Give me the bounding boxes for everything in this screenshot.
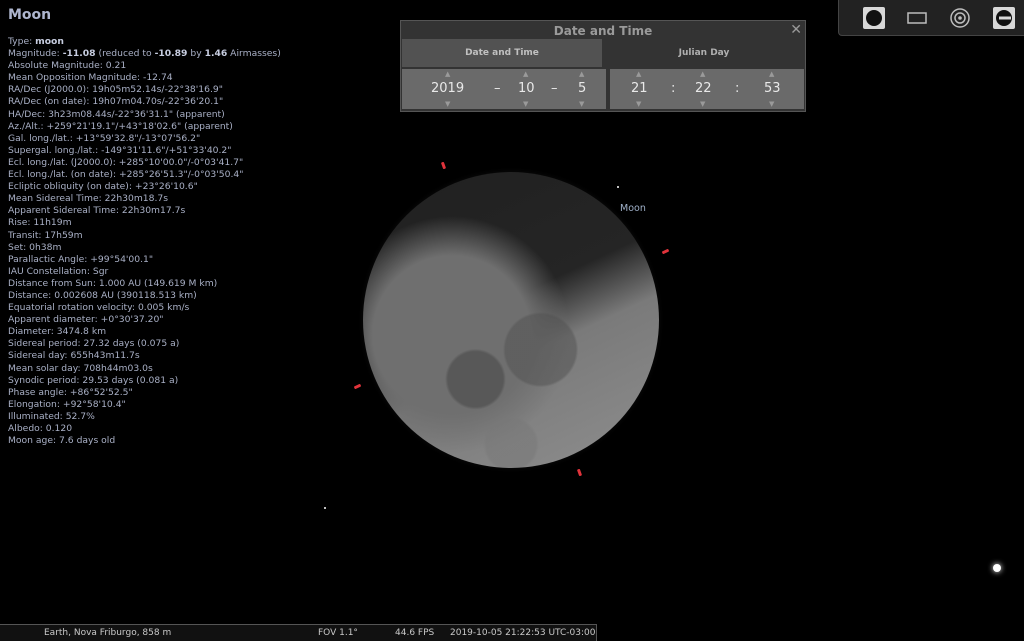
month-spinbox[interactable]: 10 [518,81,535,96]
second-down-arrow-icon[interactable]: ▼ [769,100,774,108]
info-line: Moon age: 7.6 days old [8,435,116,447]
second-up-arrow-icon[interactable]: ▲ [769,70,774,78]
day-down-arrow-icon[interactable]: ▼ [579,100,584,108]
tab-julian-day[interactable]: Julian Day [604,39,804,67]
month-up-arrow-icon[interactable]: ▲ [523,70,528,78]
info-line: HA/Dec: 3h23m08.44s/-22°36'31.1" (appare… [8,108,225,120]
close-icon[interactable]: ✕ [790,22,802,38]
info-line: Albedo: 0.120 [8,423,73,434]
info-line: Ecliptic obliquity (on date): +23°26'10.… [8,181,198,193]
info-line: Parallactic Angle: +99°54'00.1" [8,253,154,265]
second-spinbox[interactable]: 53 [764,81,781,96]
info-line: Az./Alt.: +259°21'19.1"/+43°18'02.6" (ap… [8,120,233,132]
info-line: Sidereal period: 27.32 days (0.075 a) [8,338,180,350]
day-up-arrow-icon[interactable]: ▲ [579,70,584,78]
info-line: Illuminated: 52.7% [8,410,95,422]
info-line: RA/Dec (J2000.0): 19h05m52.14s/-22°38'16… [8,84,223,96]
selection-marker-top [440,161,447,170]
object-type: Type: moon [8,36,64,47]
selection-marker-bottom [576,468,583,477]
minute-spinbox[interactable]: 22 [695,81,712,96]
date-separator: – [494,81,501,96]
year-down-arrow-icon[interactable]: ▼ [445,100,450,108]
hour-spinbox[interactable]: 21 [631,81,648,96]
info-line: Mean solar day: 708h44m03.0s [8,362,153,374]
object-info-panel: Moon Type: moon Magnitude: -11.08 (reduc… [8,6,368,447]
info-line: Phase angle: +86°52'52.5" [8,386,133,398]
info-line: Sidereal day: 655h43m11.7s [8,350,140,362]
info-line: Ecl. long./lat. (J2000.0): +285°10'00.0"… [8,156,244,168]
year-up-arrow-icon[interactable]: ▲ [445,70,450,78]
info-line: Equatorial rotation velocity: 0.005 km/s [8,302,190,314]
info-line: RA/Dec (on date): 19h07m04.70s/-22°36'20… [8,96,224,108]
night-mode-icon[interactable] [863,7,885,29]
info-line: Distance from Sun: 1.000 AU (149.619 M k… [8,277,218,289]
year-spinbox[interactable]: 2019 [431,81,464,96]
object-info-lines: Absolute Magnitude: 0.21 Mean Opposition … [8,60,368,447]
tab-date-and-time[interactable]: Date and Time [402,39,602,67]
hour-down-arrow-icon[interactable]: ▼ [636,100,641,108]
info-line: Rise: 11h19m [8,217,72,229]
info-line: Gal. long./lat.: +13°59'32.8"/-13°07'56.… [8,132,201,144]
info-line: Supergal. long./lat.: -149°31'11.6"/+51°… [8,144,232,156]
info-line: Synodic period: 29.53 days (0.081 a) [8,374,179,386]
time-fields: ▲ 21 ▼ : ▲ 22 ▼ : ▲ 53 ▼ [610,69,804,109]
info-line: IAU Constellation: Sgr [8,265,109,277]
target-icon[interactable] [949,7,971,29]
info-line: Distance: 0.002608 AU (390118.513 km) [8,289,197,301]
datetime-label[interactable]: 2019-10-05 21:22:53 UTC-03:00 [450,625,595,641]
info-line: Transit: 17h59m [8,229,83,241]
selection-marker-right [661,248,670,255]
info-line: Absolute Magnitude: 0.21 [8,60,127,72]
info-line: Mean Sidereal Time: 22h30m18.7s [8,193,169,205]
month-down-arrow-icon[interactable]: ▼ [523,100,528,108]
location-label[interactable]: Earth, Nova Friburgo, 858 m [44,625,171,641]
object-magnitude: Magnitude: -11.08 (reduced to -10.89 by … [8,48,281,60]
quit-icon[interactable] [993,7,1015,29]
fov-label: FOV 1.1° [318,628,358,638]
star[interactable] [617,186,619,188]
moon-disc[interactable] [363,172,659,468]
top-right-toolbar [838,0,1024,36]
bright-star[interactable] [993,564,1001,572]
fullscreen-icon[interactable] [906,7,928,29]
info-line: Apparent diameter: +0°30'37.20" [8,314,164,326]
time-separator: : [735,81,740,96]
info-line: Apparent Sidereal Time: 22h30m17.7s [8,205,186,217]
minute-down-arrow-icon[interactable]: ▼ [700,100,705,108]
day-spinbox[interactable]: 5 [578,81,586,96]
info-line: Mean Opposition Magnitude: -12.74 [8,72,173,84]
object-name: Moon [8,7,52,23]
fps-label: 44.6 FPS [395,628,435,638]
hour-up-arrow-icon[interactable]: ▲ [636,70,641,78]
info-line: Diameter: 3474.8 km [8,326,107,338]
date-separator: – [551,81,558,96]
info-line: Ecl. long./lat. (on date): +285°26'51.3"… [8,169,244,181]
date-fields: ▲ 2019 ▼ – ▲ 10 ▼ – ▲ 5 ▼ [402,69,606,109]
moon-label: Moon [620,203,646,214]
date-time-dialog: Date and Time ✕ Date and Time Julian Day… [400,20,806,112]
dialog-title: Date and Time [553,24,653,38]
time-separator: : [671,81,676,96]
minute-up-arrow-icon[interactable]: ▲ [700,70,705,78]
info-line: Elongation: +92°58'10.4" [8,398,126,410]
info-line: Set: 0h38m [8,241,62,253]
status-bar: Earth, Nova Friburgo, 858 m FOV 1.1° 44.… [0,624,597,641]
star[interactable] [324,507,326,509]
